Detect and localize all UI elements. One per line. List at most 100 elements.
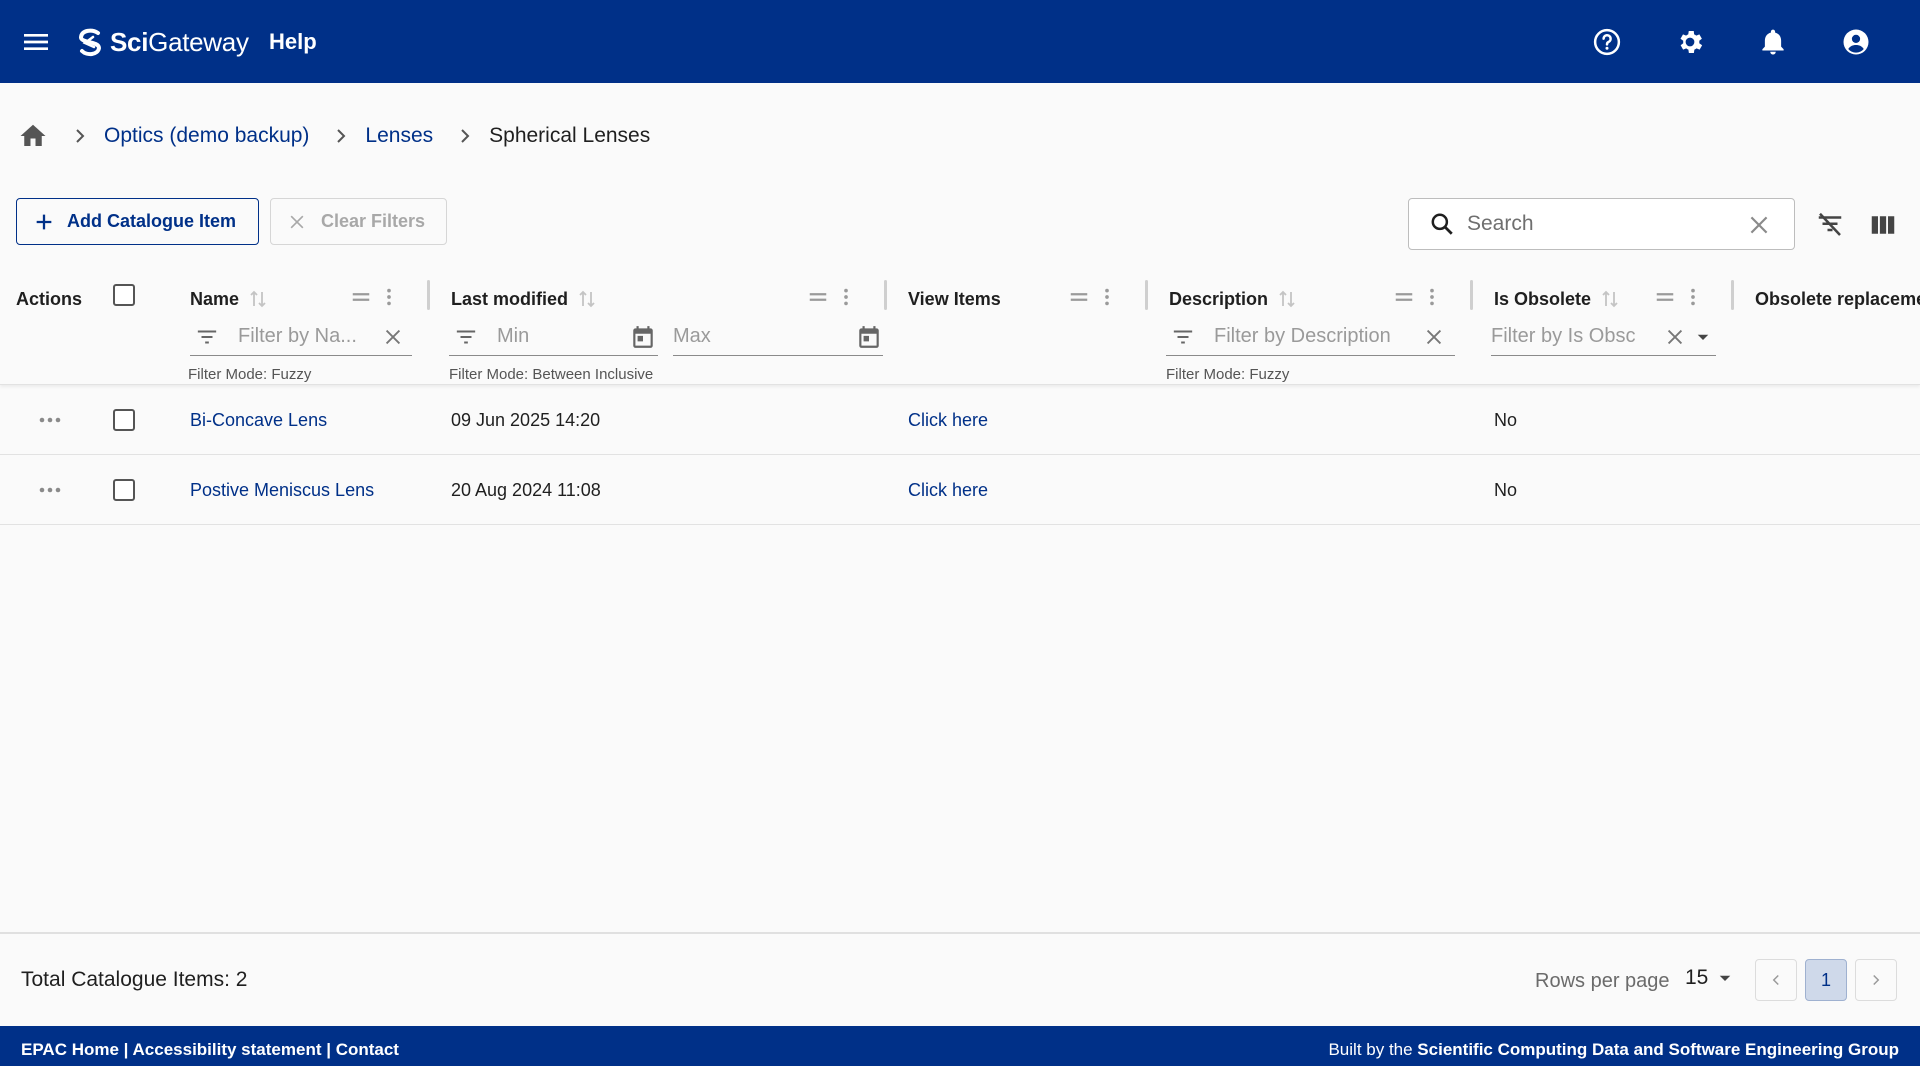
last-modified-filter-mode: Filter Mode: Between Inclusive	[449, 366, 654, 383]
calendar-icon[interactable]	[630, 324, 656, 350]
help-circle-icon[interactable]	[1589, 24, 1625, 60]
view-items-link[interactable]: Click here	[908, 410, 988, 431]
breadcrumb-current: Spherical Lenses	[489, 124, 651, 147]
drag-handle-icon[interactable]	[1393, 286, 1415, 308]
view-items-link[interactable]: Click here	[908, 480, 988, 501]
catalogue-item-link[interactable]: Postive Meniscus Lens	[190, 480, 374, 501]
row-checkbox[interactable]	[113, 385, 135, 455]
add-catalogue-item-label: Add Catalogue Item	[67, 211, 237, 231]
name-filter-input[interactable]	[238, 325, 382, 348]
row-actions-icon[interactable]	[38, 455, 62, 525]
last-modified-cell: 20 Aug 2024 11:08	[451, 479, 601, 500]
is-obsolete-filter-input[interactable]	[1491, 325, 1664, 348]
columns-view-icon[interactable]	[1867, 209, 1899, 241]
calendar-icon[interactable]	[856, 324, 882, 350]
column-header-actions: Actions	[16, 288, 83, 309]
filter-list-icon	[1173, 329, 1193, 344]
min-date-input[interactable]	[497, 325, 630, 348]
account-avatar-icon[interactable]	[1838, 24, 1874, 60]
sort-icon[interactable]	[249, 289, 267, 309]
drag-handle-icon[interactable]	[1068, 286, 1090, 308]
column-resize-handle[interactable]	[1731, 280, 1734, 310]
epac-home-link[interactable]: EPAC Home	[21, 1040, 119, 1059]
drag-handle-icon[interactable]	[350, 286, 372, 308]
column-header-description[interactable]: Description	[1169, 284, 1296, 314]
rows-per-page-select[interactable]: 15	[1685, 966, 1734, 990]
min-date-filter-field	[449, 318, 658, 356]
search-box	[1408, 198, 1795, 250]
filter-off-icon[interactable]	[1814, 209, 1846, 241]
column-resize-handle[interactable]	[884, 280, 887, 310]
clear-filter-icon[interactable]	[1423, 326, 1445, 348]
column-menu-icon[interactable]	[1427, 286, 1437, 308]
column-resize-handle[interactable]	[1470, 280, 1473, 310]
chevron-right-icon	[76, 129, 85, 143]
settings-gear-icon[interactable]	[1672, 24, 1708, 60]
breadcrumb-item-optics[interactable]: Optics (demo backup)	[104, 124, 309, 148]
last-modified-cell: 09 Jun 2025 14:20	[451, 409, 601, 430]
column-menu-icon[interactable]	[384, 286, 394, 308]
brand-name: SciGateway	[110, 26, 249, 57]
is-obsolete-cell: No	[1494, 409, 1518, 430]
column-resize-handle[interactable]	[427, 280, 430, 310]
column-header-is-obsolete[interactable]: Is Obsolete	[1494, 284, 1619, 314]
column-header-name[interactable]: Name	[190, 284, 267, 314]
row-checkbox[interactable]	[113, 455, 135, 525]
chevron-right-icon	[461, 129, 470, 143]
breadcrumb: Optics (demo backup) Lenses Spherical Le…	[18, 120, 650, 152]
home-icon[interactable]	[18, 121, 48, 151]
select-all-checkbox[interactable]	[113, 284, 135, 306]
row-actions-icon[interactable]	[38, 385, 62, 455]
breadcrumb-item-lenses[interactable]: Lenses	[365, 124, 433, 148]
max-date-filter-field	[673, 318, 883, 356]
scigateway-logo[interactable]: SciGateway	[74, 24, 249, 60]
add-catalogue-item-button[interactable]: Add Catalogue Item	[16, 198, 259, 245]
name-column-controls	[350, 286, 394, 308]
search-input[interactable]	[1467, 212, 1747, 236]
chevron-right-icon	[1873, 974, 1880, 986]
notifications-bell-icon[interactable]	[1755, 24, 1791, 60]
sort-icon[interactable]	[1278, 289, 1296, 309]
filter-list-icon	[456, 329, 476, 344]
column-header-obsolete-replacement[interactable]: Obsolete replaceme	[1755, 284, 1920, 314]
last-modified-column-controls	[807, 286, 851, 308]
description-column-controls	[1393, 286, 1437, 308]
clear-search-icon[interactable]	[1746, 212, 1772, 238]
column-resize-handle[interactable]	[1145, 280, 1148, 310]
drag-handle-icon[interactable]	[1654, 286, 1676, 308]
table-row: Postive Meniscus Lens 20 Aug 2024 11:08 …	[0, 455, 1920, 525]
is-obsolete-cell: No	[1494, 479, 1518, 500]
drag-handle-icon[interactable]	[807, 286, 829, 308]
table-header: Actions Name Filter Mode: Fuzzy Last mod…	[0, 270, 1920, 385]
sort-icon[interactable]	[578, 289, 596, 309]
column-menu-icon[interactable]	[1688, 286, 1698, 308]
accessibility-statement-link[interactable]: Accessibility statement	[133, 1040, 322, 1059]
name-filter-field	[190, 318, 412, 356]
is-obsolete-filter-select[interactable]	[1491, 318, 1716, 356]
menu-icon[interactable]	[20, 26, 52, 58]
clear-filters-button[interactable]: Clear Filters	[270, 198, 447, 245]
dropdown-arrow-icon[interactable]	[1694, 328, 1712, 346]
search-icon	[1431, 213, 1453, 235]
rows-per-page-value: 15	[1685, 966, 1709, 989]
catalogue-item-link[interactable]: Bi-Concave Lens	[190, 410, 327, 431]
clear-filter-icon[interactable]	[1664, 326, 1686, 348]
filter-list-icon	[197, 329, 217, 344]
next-page-button[interactable]	[1855, 959, 1897, 1001]
column-header-view-items: View Items	[908, 288, 1001, 309]
total-items-count: Total Catalogue Items: 2	[21, 968, 248, 991]
column-header-last-modified[interactable]: Last modified	[451, 284, 596, 314]
column-menu-icon[interactable]	[1102, 286, 1112, 308]
help-link[interactable]: Help	[269, 29, 317, 55]
max-date-input[interactable]	[673, 325, 856, 348]
contact-link[interactable]: Contact	[336, 1040, 399, 1059]
built-by-org: Scientific Computing Data and Software E…	[1417, 1040, 1899, 1059]
rows-per-page-label: Rows per page	[1535, 970, 1670, 992]
description-filter-input[interactable]	[1214, 325, 1423, 348]
sort-icon[interactable]	[1601, 289, 1619, 309]
clear-filter-icon[interactable]	[382, 326, 404, 348]
chevron-right-icon	[337, 129, 346, 143]
page-number-button[interactable]: 1	[1805, 959, 1847, 1001]
previous-page-button[interactable]	[1755, 959, 1797, 1001]
column-menu-icon[interactable]	[841, 286, 851, 308]
